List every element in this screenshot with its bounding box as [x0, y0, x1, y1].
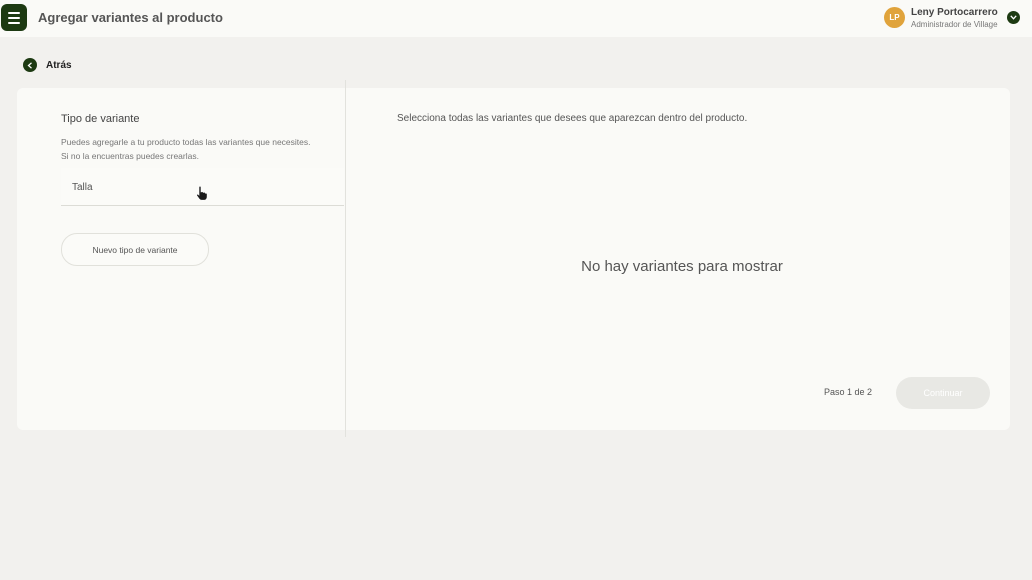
panel-divider — [345, 80, 346, 437]
user-role: Administrador de Village — [911, 20, 998, 29]
back-label: Atrás — [46, 59, 72, 71]
top-bar: Agregar variantes al producto LP Leny Po… — [0, 0, 1032, 37]
page-title: Agregar variantes al producto — [38, 10, 223, 25]
variant-type-label: Talla — [72, 182, 93, 193]
step-indicator: Paso 1 de 2 — [824, 387, 873, 397]
back-button[interactable]: Atrás — [23, 58, 72, 72]
variant-type-title: Tipo de variante — [61, 113, 140, 125]
variant-type-description: Puedes agregarle a tu producto todas las… — [61, 137, 311, 161]
new-variant-type-button[interactable]: Nuevo tipo de variante — [61, 233, 209, 266]
empty-state-message: No hay variantes para mostrar — [581, 258, 783, 275]
continue-button[interactable]: Continuar — [896, 377, 990, 409]
chevron-left-icon — [23, 58, 37, 72]
avatar[interactable]: LP — [884, 7, 905, 28]
hand-pointer-icon — [196, 185, 208, 206]
user-name: Leny Portocarrero — [911, 7, 998, 18]
hamburger-menu-icon[interactable] — [1, 4, 27, 31]
variant-selection-instruction: Selecciona todas las variantes que desee… — [397, 113, 748, 124]
chevron-down-icon[interactable] — [1007, 11, 1020, 24]
